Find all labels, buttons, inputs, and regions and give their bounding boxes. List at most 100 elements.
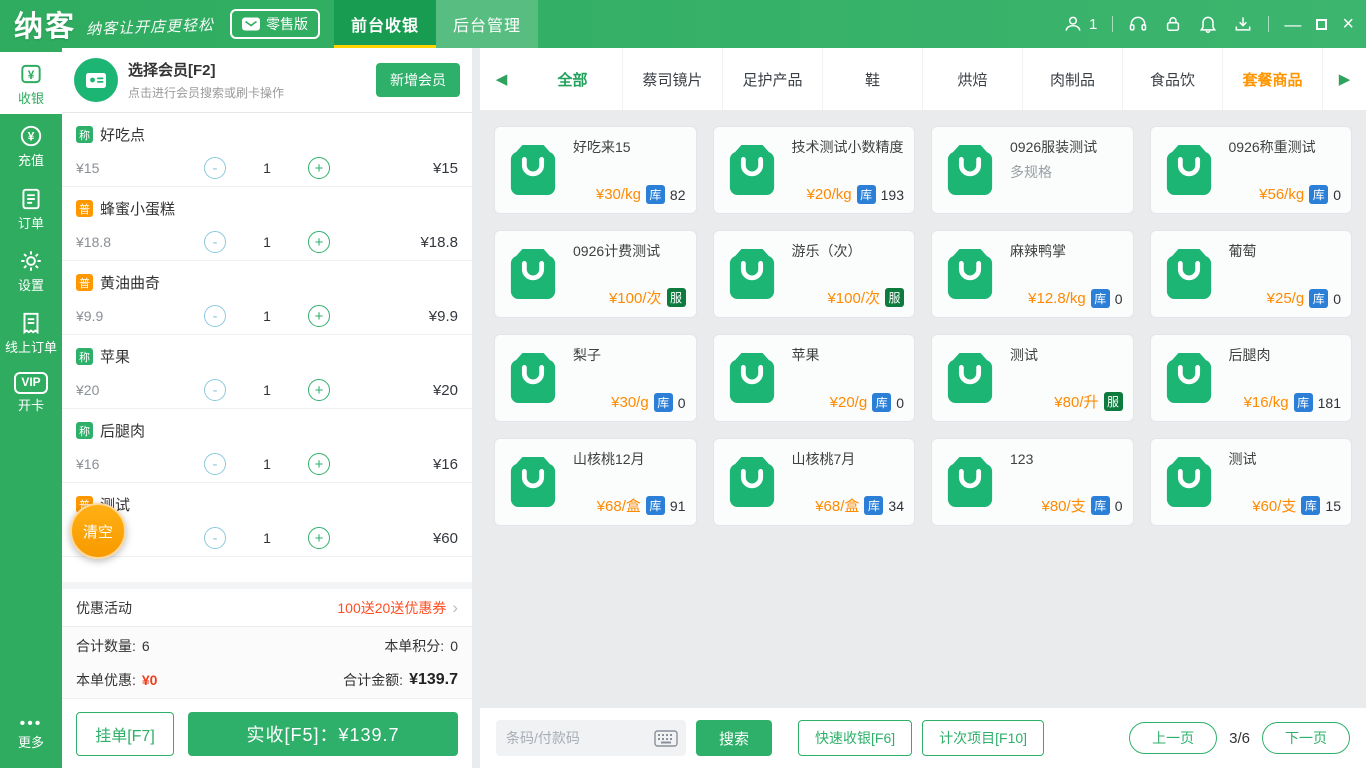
product-card[interactable]: 山核桃12月 ¥68/盒库91 (494, 438, 697, 526)
sidebar-item-settings[interactable]: 设置 (0, 239, 62, 301)
cart-item[interactable]: 普 蜂蜜小蛋糕 ¥18.8 - 1 + ¥18.8 (62, 187, 472, 261)
product-price: ¥20/kg (807, 186, 852, 203)
prev-page-button[interactable]: 上一页 (1129, 722, 1217, 754)
product-card[interactable]: 测试 ¥60/支库15 (1150, 438, 1353, 526)
increase-qty-button[interactable]: + (308, 305, 330, 327)
product-card[interactable]: 技术测试小数精度 ¥20/kg库193 (713, 126, 916, 214)
item-qty: 1 (250, 160, 284, 176)
categories-prev-button[interactable]: ◀ (480, 48, 523, 110)
category-tab[interactable]: 足护产品 (723, 48, 823, 110)
user-button[interactable]: 1 (1063, 14, 1097, 34)
product-card[interactable]: 苹果 ¥20/g库0 (713, 334, 916, 422)
category-tab[interactable]: 烘焙 (923, 48, 1023, 110)
sidebar-item-vip-card[interactable]: VIP 开卡 (0, 363, 62, 420)
product-name: 技术测试小数精度 (792, 137, 905, 157)
sidebar-item-more[interactable]: ••• 更多 (0, 709, 62, 758)
product-card[interactable]: 0926服装测试 多规格 (931, 126, 1134, 214)
shopping-bag-icon (945, 142, 995, 198)
app-slogan: 纳客让开店更轻松 (86, 13, 215, 38)
stock-count: 0 (1333, 187, 1341, 203)
decrease-qty-button[interactable]: - (204, 379, 226, 401)
increase-qty-button[interactable]: + (308, 231, 330, 253)
stock-count: 15 (1325, 498, 1341, 514)
decrease-qty-button[interactable]: - (204, 305, 226, 327)
category-tab[interactable]: 肉制品 (1023, 48, 1123, 110)
category-tab[interactable]: 蔡司镜片 (623, 48, 723, 110)
sidebar-item-online-orders[interactable]: 线上订单 (0, 301, 62, 363)
clear-cart-button[interactable]: 清空 (70, 503, 126, 559)
barcode-input[interactable] (506, 730, 654, 746)
close-button[interactable]: × (1342, 14, 1354, 34)
lock-button[interactable] (1163, 14, 1183, 34)
notifications-button[interactable] (1198, 14, 1218, 34)
item-qty: 1 (250, 308, 284, 324)
sidebar-label: 订单 (18, 217, 44, 231)
hold-order-button[interactable]: 挂单[F7] (76, 712, 174, 756)
cart-item[interactable]: 称 苹果 ¥20 - 1 + ¥20 (62, 335, 472, 409)
product-card[interactable]: 测试 ¥80/升服 (931, 334, 1134, 422)
shopping-bag-icon (945, 454, 995, 510)
quantity-stepper: - 1 + (162, 527, 372, 549)
decrease-qty-button[interactable]: - (204, 453, 226, 475)
increase-qty-button[interactable]: + (308, 527, 330, 549)
count-item-button[interactable]: 计次项目[F10] (922, 720, 1044, 756)
minimize-button[interactable]: — (1284, 16, 1301, 33)
product-card[interactable]: 123 ¥80/支库0 (931, 438, 1134, 526)
category-tab[interactable]: 食品饮 (1123, 48, 1223, 110)
product-card[interactable]: 0926称重测试 ¥56/kg库0 (1150, 126, 1353, 214)
increase-qty-button[interactable]: + (308, 453, 330, 475)
product-card[interactable]: 葡萄 ¥25/g库0 (1150, 230, 1353, 318)
shopping-bag-icon (1164, 142, 1214, 198)
product-name: 梨子 (573, 345, 686, 365)
topbar: 纳客 纳客让开店更轻松 零售版 前台收银 后台管理 1 (0, 0, 1366, 48)
decrease-qty-button[interactable]: - (204, 231, 226, 253)
edition-badge-button[interactable]: 零售版 (230, 9, 320, 39)
increase-qty-button[interactable]: + (308, 157, 330, 179)
tab-back-manage[interactable]: 后台管理 (436, 0, 538, 48)
cart-item[interactable]: 普 黄油曲奇 ¥9.9 - 1 + ¥9.9 (62, 261, 472, 335)
decrease-qty-button[interactable]: - (204, 157, 226, 179)
product-price: ¥25/g (1267, 290, 1305, 307)
total-value: ¥139.7 (409, 671, 458, 689)
maximize-button[interactable] (1316, 19, 1327, 30)
sidebar-item-orders[interactable]: 订单 (0, 177, 62, 239)
member-select-bar[interactable]: 选择会员[F2] 点击进行会员搜索或刷卡操作 新增会员 (62, 48, 472, 113)
product-card[interactable]: 麻辣鸭掌 ¥12.8/kg库0 (931, 230, 1134, 318)
product-card[interactable]: 好吃来15 ¥30/kg库82 (494, 126, 697, 214)
increase-qty-button[interactable]: + (308, 379, 330, 401)
cart-item[interactable]: 称 后腿肉 ¥16 - 1 + ¥16 (62, 409, 472, 483)
tab-front-cashier[interactable]: 前台收银 (334, 0, 436, 48)
category-tab[interactable]: 全部 (523, 48, 623, 110)
product-price: ¥30/g (611, 394, 649, 411)
next-page-button[interactable]: 下一页 (1262, 722, 1350, 754)
download-button[interactable] (1233, 14, 1253, 34)
support-headset-button[interactable] (1128, 14, 1148, 34)
category-tab[interactable]: 套餐商品 (1223, 48, 1323, 110)
product-card[interactable]: 0926计费测试 ¥100/次服 (494, 230, 697, 318)
product-card[interactable]: 梨子 ¥30/g库0 (494, 334, 697, 422)
sidebar-item-recharge[interactable]: ¥ 充值 (0, 114, 62, 176)
promo-row[interactable]: 优惠活动 100送20送优惠券 › (62, 582, 472, 626)
svg-text:¥: ¥ (28, 68, 35, 82)
quick-cashier-button[interactable]: 快速收银[F6] (798, 720, 912, 756)
category-bar: ◀ 全部 蔡司镜片 足护产品 鞋 烘焙 肉制品 (480, 48, 1366, 110)
categories-next-button[interactable]: ▶ (1323, 48, 1366, 110)
product-card[interactable]: 游乐（次） ¥100/次服 (713, 230, 916, 318)
stock-type-badge: 库 (1301, 496, 1320, 515)
product-card[interactable]: 山核桃7月 ¥68/盒库34 (713, 438, 916, 526)
decrease-qty-button[interactable]: - (204, 527, 226, 549)
add-member-button[interactable]: 新增会员 (376, 63, 460, 97)
category-tab[interactable]: 鞋 (823, 48, 923, 110)
search-button[interactable]: 搜索 (696, 720, 772, 756)
item-unit-price: ¥15 (76, 160, 162, 176)
shopping-bag-icon (508, 454, 558, 510)
checkout-button[interactable]: 实收[F5]：¥139.7 (188, 712, 458, 756)
product-card[interactable]: 后腿肉 ¥16/kg库181 (1150, 334, 1353, 422)
cart-item[interactable]: 称 好吃点 ¥15 - 1 + ¥15 (62, 113, 472, 187)
cart-actions: 挂单[F7] 实收[F5]：¥139.7 (62, 698, 472, 768)
shopping-bag-icon (727, 246, 777, 302)
keyboard-icon[interactable] (654, 730, 678, 747)
sidebar-item-cashier[interactable]: ¥ 收银 (0, 52, 62, 114)
shopping-bag-icon (727, 142, 777, 198)
receipt-icon (18, 310, 44, 336)
